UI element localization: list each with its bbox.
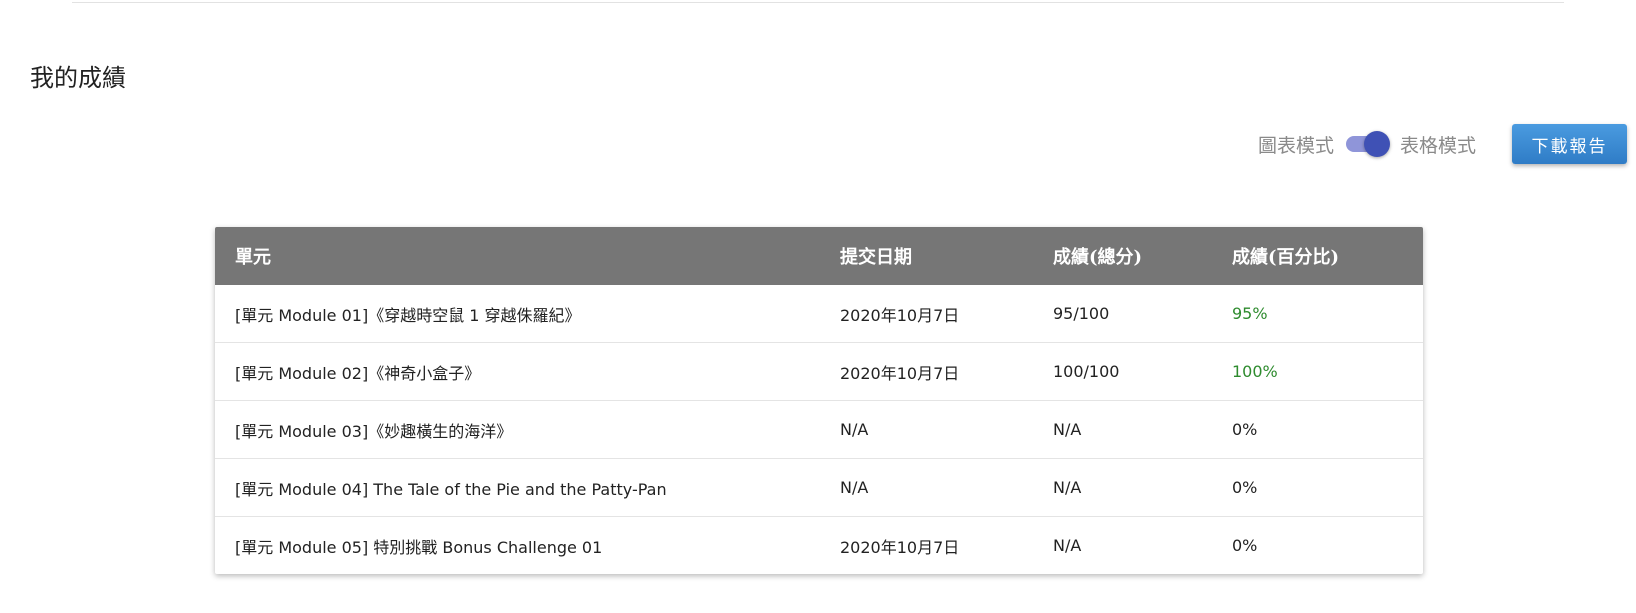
view-mode-switch: 圖表模式 表格模式 bbox=[1258, 128, 1476, 160]
header-date: 提交日期 bbox=[840, 247, 912, 268]
header-module: 單元 bbox=[235, 247, 271, 268]
cell-score: N/A bbox=[1033, 400, 1212, 459]
cell-module: [單元 Module 01]《穿越時空鼠 1 穿越侏羅紀》 bbox=[215, 285, 820, 343]
grades-page: 我的成績 圖表模式 表格模式 下載報告 單元 提交日期 成績(總分) 成績(百分… bbox=[0, 0, 1636, 613]
cell-date: 2020年10月7日 bbox=[820, 342, 1033, 401]
top-divider bbox=[72, 2, 1564, 3]
table-row: [單元 Module 03]《妙趣橫生的海洋》 N/A N/A 0% bbox=[215, 400, 1423, 459]
view-mode-toggle[interactable] bbox=[1344, 128, 1392, 160]
cell-score: 100/100 bbox=[1033, 342, 1212, 401]
grades-table-card: 單元 提交日期 成績(總分) 成績(百分比) [單元 Module 01]《穿越… bbox=[215, 227, 1423, 574]
cell-date: N/A bbox=[820, 400, 1033, 459]
table-row: [單元 Module 01]《穿越時空鼠 1 穿越侏羅紀》 2020年10月7日… bbox=[215, 285, 1423, 343]
table-body: [單元 Module 01]《穿越時空鼠 1 穿越侏羅紀》 2020年10月7日… bbox=[215, 285, 1423, 574]
cell-percent: 95% bbox=[1212, 285, 1423, 343]
cell-module: [單元 Module 05] 特別挑戰 Bonus Challenge 01 bbox=[235, 537, 603, 557]
table-mode-label: 表格模式 bbox=[1400, 134, 1477, 157]
page-title: 我的成績 bbox=[30, 64, 126, 92]
download-report-button[interactable]: 下載報告 bbox=[1512, 124, 1627, 164]
chart-mode-label: 圖表模式 bbox=[1258, 134, 1335, 157]
table-row: [單元 Module 05] 特別挑戰 Bonus Challenge 01 2… bbox=[215, 517, 1423, 575]
cell-percent: 0% bbox=[1212, 458, 1423, 517]
cell-module: [單元 Module 02]《神奇小盒子》 bbox=[215, 342, 820, 401]
table-row: [單元 Module 02]《神奇小盒子》 2020年10月7日 100/100… bbox=[215, 342, 1423, 401]
cell-date: 2020年10月7日 bbox=[840, 537, 960, 557]
cell-score: N/A bbox=[1033, 458, 1212, 517]
header-score: 成績(總分) bbox=[1053, 247, 1143, 268]
cell-score: N/A bbox=[1053, 536, 1082, 555]
cell-date: N/A bbox=[820, 458, 1033, 517]
cell-date: 2020年10月7日 bbox=[820, 285, 1033, 343]
cell-percent: 0% bbox=[1232, 536, 1258, 555]
table-row: [單元 Module 04] The Tale of the Pie and t… bbox=[215, 458, 1423, 517]
cell-percent: 0% bbox=[1212, 400, 1423, 459]
table-header: 單元 提交日期 成績(總分) 成績(百分比) bbox=[215, 227, 1423, 285]
cell-module: [單元 Module 04] The Tale of the Pie and t… bbox=[215, 458, 820, 517]
cell-module: [單元 Module 03]《妙趣橫生的海洋》 bbox=[215, 400, 820, 459]
grades-table: 單元 提交日期 成績(總分) 成績(百分比) [單元 Module 01]《穿越… bbox=[215, 227, 1423, 574]
cell-score: 95/100 bbox=[1033, 285, 1212, 343]
header-percent: 成績(百分比) bbox=[1232, 247, 1340, 268]
cell-percent: 100% bbox=[1212, 342, 1423, 401]
toggle-thumb[interactable] bbox=[1364, 131, 1391, 157]
